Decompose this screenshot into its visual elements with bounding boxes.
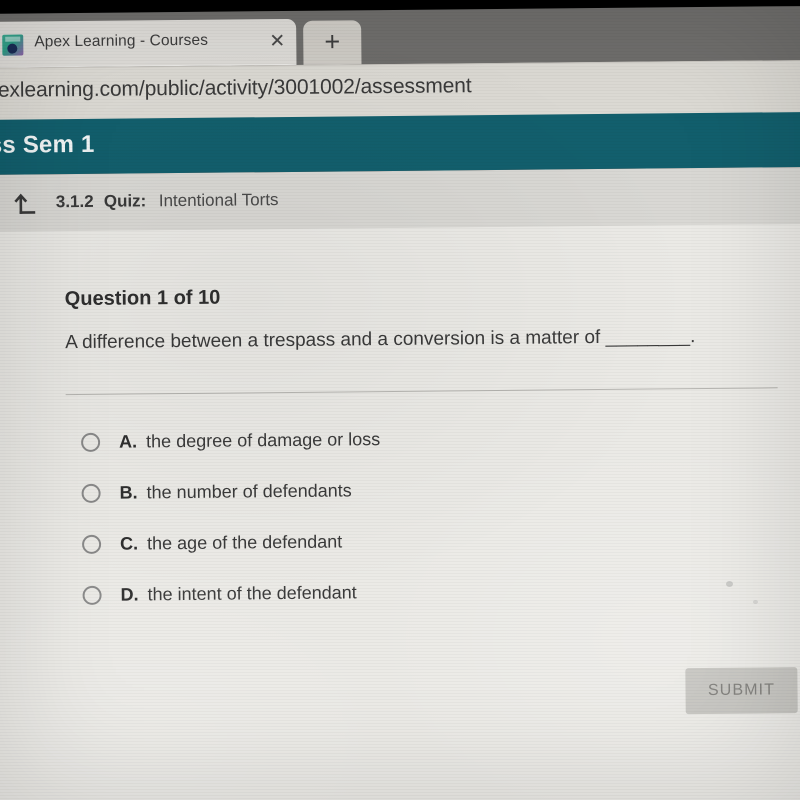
tab-strip: Apex Learning - Courses ✕ + [0, 5, 800, 68]
answer-option-a[interactable]: A. the degree of damage or loss [66, 416, 766, 474]
option-text-d: the intent of the defendant [147, 582, 357, 605]
url-text[interactable]: apexlearning.com/public/activity/3001002… [0, 74, 472, 103]
option-letter-c: C. [119, 533, 139, 554]
radio-button-b[interactable] [81, 483, 101, 503]
return-arrow-icon[interactable] [14, 190, 40, 216]
option-text-a: the degree of damage or loss [146, 429, 381, 452]
question-counter: Question 1 of 10 [64, 286, 221, 311]
assessment-panel: Question 1 of 10 A difference between a … [0, 223, 800, 800]
answer-options: A. the degree of damage or loss B. the n… [66, 416, 768, 627]
option-letter-a: A. [119, 431, 138, 452]
quiz-type-label: Quiz: [103, 191, 147, 211]
quiz-number: 3.1.2 [55, 191, 94, 212]
option-letter-b: B. [119, 482, 138, 503]
page-body: Question 1 of 10 A difference between a … [0, 223, 800, 800]
browser-window: Apex Learning - Courses ✕ + apexlearning… [0, 5, 800, 800]
apex-learning-favicon [2, 34, 24, 56]
radio-button-d[interactable] [82, 585, 102, 605]
answer-option-b[interactable]: B. the number of defendants [66, 467, 766, 525]
browser-tab-active[interactable]: Apex Learning - Courses ✕ [0, 18, 297, 68]
screenshot-root: Apex Learning - Courses ✕ + apexlearning… [0, 0, 800, 800]
answer-option-d[interactable]: D. the intent of the defendant [67, 569, 767, 627]
radio-button-a[interactable] [81, 432, 101, 452]
question-text: A difference between a trespass and a co… [65, 326, 696, 354]
divider [65, 387, 778, 396]
course-title: ess Sem 1 [0, 130, 95, 159]
quiz-name: Intentional Torts [158, 190, 279, 211]
course-header: ess Sem 1 [0, 111, 800, 175]
option-text-b: the number of defendants [146, 480, 352, 503]
address-bar[interactable]: apexlearning.com/public/activity/3001002… [0, 59, 800, 121]
new-tab-button[interactable]: + [303, 20, 362, 65]
option-letter-d: D. [120, 584, 139, 605]
close-icon[interactable]: ✕ [266, 31, 288, 54]
submit-button[interactable]: SUBMIT [685, 667, 798, 715]
option-text-c: the age of the defendant [146, 531, 343, 554]
radio-button-c[interactable] [82, 534, 102, 554]
tab-title: Apex Learning - Courses [34, 31, 209, 51]
quiz-header-bar: 3.1.2 Quiz: Intentional Torts [0, 166, 800, 233]
answer-option-c[interactable]: C. the age of the defendant [67, 518, 767, 576]
